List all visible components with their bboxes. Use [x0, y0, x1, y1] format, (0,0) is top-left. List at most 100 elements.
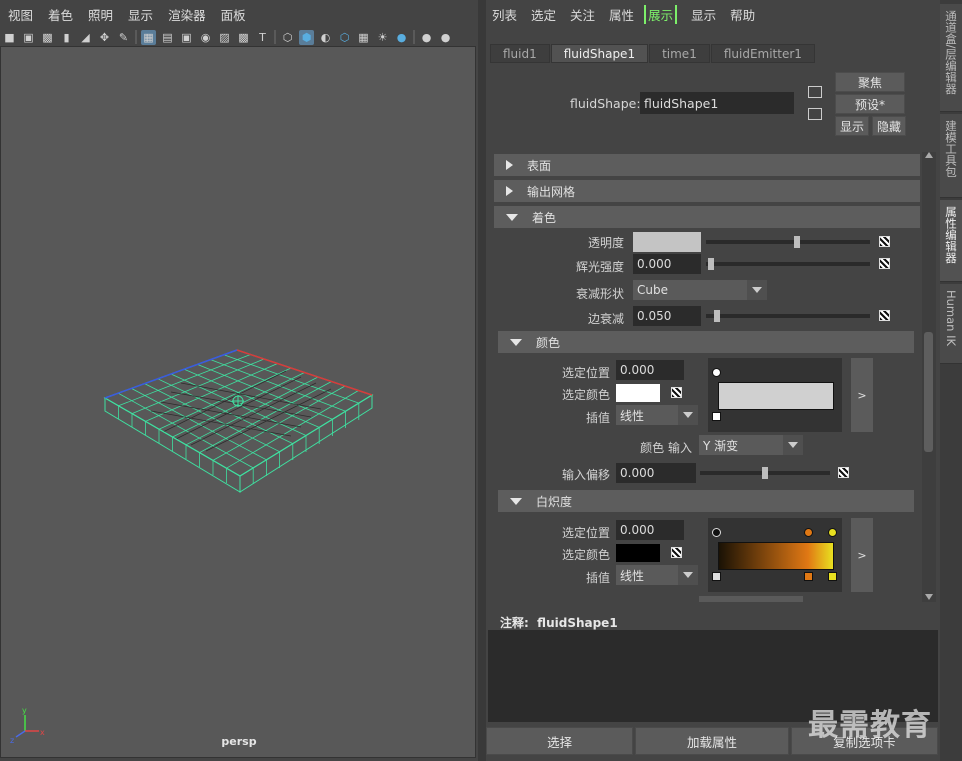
input-bias-field[interactable]: 0.000: [616, 463, 696, 483]
menu-show[interactable]: 显示: [128, 5, 153, 24]
menu-selected[interactable]: 选定: [531, 5, 556, 24]
motion-blur-icon[interactable]: ●: [438, 30, 453, 45]
color-interpolation-dropdown[interactable]: 线性: [616, 405, 698, 425]
presets-button[interactable]: 预设*: [835, 94, 905, 114]
section-output-mesh[interactable]: 输出网格: [494, 180, 920, 202]
section-shading[interactable]: 着色: [494, 206, 920, 228]
ramp-position-marker[interactable]: [712, 368, 721, 377]
grease-pencil-icon[interactable]: ✎: [116, 30, 131, 45]
glow-intensity-field[interactable]: 0.000: [633, 254, 701, 274]
incandescence-ramp-editor[interactable]: [708, 518, 842, 592]
hide-button[interactable]: 隐藏: [872, 116, 906, 136]
ramp-color-marker[interactable]: [828, 572, 837, 581]
focus-button[interactable]: 聚焦: [835, 72, 905, 92]
slider-knob[interactable]: [708, 258, 714, 270]
ambient-occlusion-icon[interactable]: ●: [419, 30, 434, 45]
color-ramp-gradient[interactable]: [718, 382, 834, 410]
incand-input-dropdown-partial[interactable]: [699, 596, 803, 602]
map-button-icon[interactable]: [879, 310, 890, 321]
resolution-gate-icon[interactable]: ▣: [179, 30, 194, 45]
viewport-canvas[interactable]: y x z persp: [0, 46, 476, 758]
camera-icon[interactable]: ■: [2, 30, 17, 45]
camera-attr-icon[interactable]: ▩: [40, 30, 55, 45]
color-selected-color-swatch[interactable]: [616, 384, 660, 402]
side-tab-modeling-toolkit[interactable]: 建模工具包: [940, 114, 962, 198]
menu-view[interactable]: 视图: [8, 5, 33, 24]
incand-selected-color-swatch[interactable]: [616, 544, 660, 562]
grid-icon[interactable]: ▦: [141, 29, 156, 45]
safe-title-icon[interactable]: T: [255, 30, 270, 45]
transparency-slider[interactable]: [706, 236, 870, 248]
incand-interpolation-dropdown[interactable]: 线性: [616, 565, 698, 585]
side-tab-attribute-editor[interactable]: 属性编辑器: [940, 200, 962, 282]
scroll-down-icon[interactable]: [925, 594, 933, 600]
attribute-scrollbar[interactable]: [922, 152, 936, 602]
menu-help[interactable]: 帮助: [730, 5, 755, 24]
camera-lock-icon[interactable]: ▣: [21, 30, 36, 45]
menu-list[interactable]: 列表: [492, 5, 517, 24]
side-tab-channel-box[interactable]: 通道盒/层编辑器: [940, 4, 962, 112]
attribute-scroll-area[interactable]: 表面 输出网格 着色 透明度 辉光强度 0.000 衰减形状 Cube 边衰减 …: [494, 152, 922, 602]
edge-dropoff-field[interactable]: 0.050: [633, 306, 701, 326]
edge-dropoff-slider[interactable]: [706, 310, 870, 322]
map-button-icon[interactable]: [879, 258, 890, 269]
incand-selected-position-field[interactable]: 0.000: [616, 520, 684, 540]
ramp-position-marker[interactable]: [804, 528, 813, 537]
map-button-icon[interactable]: [879, 236, 890, 247]
lights-icon[interactable]: ☀: [375, 30, 390, 45]
color-ramp-expand-button[interactable]: >: [851, 358, 873, 432]
side-tab-human-ik[interactable]: Human IK: [940, 284, 962, 364]
gate-mask-icon[interactable]: ◉: [198, 30, 213, 45]
map-button-icon[interactable]: [671, 547, 682, 558]
map-button-icon[interactable]: [838, 467, 849, 478]
tab-fluid1[interactable]: fluid1: [490, 44, 550, 63]
default-lighting-icon[interactable]: ◐: [318, 30, 333, 45]
incandescence-ramp-gradient[interactable]: [718, 542, 834, 570]
menu-shading[interactable]: 着色: [48, 5, 73, 24]
glow-intensity-slider[interactable]: [706, 258, 870, 270]
ramp-color-marker[interactable]: [712, 412, 721, 421]
tab-fluidemitter1[interactable]: fluidEmitter1: [710, 44, 815, 63]
slider-knob[interactable]: [794, 236, 801, 248]
focus-input-icon[interactable]: [808, 86, 822, 98]
section-incandescence[interactable]: 白炽度: [498, 490, 914, 512]
slider-knob[interactable]: [762, 467, 768, 479]
film-gate-icon[interactable]: ▤: [160, 30, 175, 45]
ramp-color-marker[interactable]: [712, 572, 721, 581]
load-attributes-button[interactable]: 加载属性: [635, 727, 789, 755]
tab-time1[interactable]: time1: [649, 44, 710, 63]
node-name-field[interactable]: [640, 92, 794, 114]
safe-action-icon[interactable]: ▩: [236, 30, 251, 45]
incandescence-ramp-expand-button[interactable]: >: [851, 518, 873, 592]
section-color[interactable]: 颜色: [498, 331, 914, 353]
ramp-position-marker[interactable]: [828, 528, 837, 537]
tab-fluidshape1[interactable]: fluidShape1: [550, 44, 649, 63]
xray-icon[interactable]: ▦: [356, 30, 371, 45]
show-button[interactable]: 显示: [835, 116, 869, 136]
field-chart-icon[interactable]: ▨: [217, 30, 232, 45]
color-ramp-editor[interactable]: [708, 358, 842, 432]
menu-panels[interactable]: 面板: [221, 5, 246, 24]
section-surface[interactable]: 表面: [494, 154, 920, 176]
bookmark-icon[interactable]: ▮: [59, 30, 74, 45]
slider-knob[interactable]: [714, 310, 720, 322]
smooth-shade-icon[interactable]: ⬢: [299, 29, 314, 45]
ramp-position-marker[interactable]: [712, 528, 721, 537]
wireframe-on-shaded-icon[interactable]: ⬡: [337, 30, 352, 45]
pan-zoom-icon[interactable]: ✥: [97, 30, 112, 45]
menu-show[interactable]: 显示: [691, 5, 716, 24]
menu-showcase[interactable]: 展示: [644, 4, 678, 24]
map-button-icon[interactable]: [671, 387, 682, 398]
shadows-icon[interactable]: ●: [394, 30, 409, 45]
scroll-thumb[interactable]: [924, 332, 933, 452]
scroll-up-icon[interactable]: [925, 152, 933, 158]
ramp-color-marker[interactable]: [804, 572, 813, 581]
panel-splitter[interactable]: [478, 0, 486, 761]
wireframe-icon[interactable]: ⬡: [280, 30, 295, 45]
transparency-swatch[interactable]: [633, 232, 701, 252]
menu-lighting[interactable]: 照明: [88, 5, 113, 24]
dropoff-shape-dropdown[interactable]: Cube: [633, 280, 767, 300]
color-input-dropdown[interactable]: Y 渐变: [699, 435, 803, 455]
menu-focus[interactable]: 关注: [570, 5, 595, 24]
input-bias-slider[interactable]: [700, 467, 830, 479]
